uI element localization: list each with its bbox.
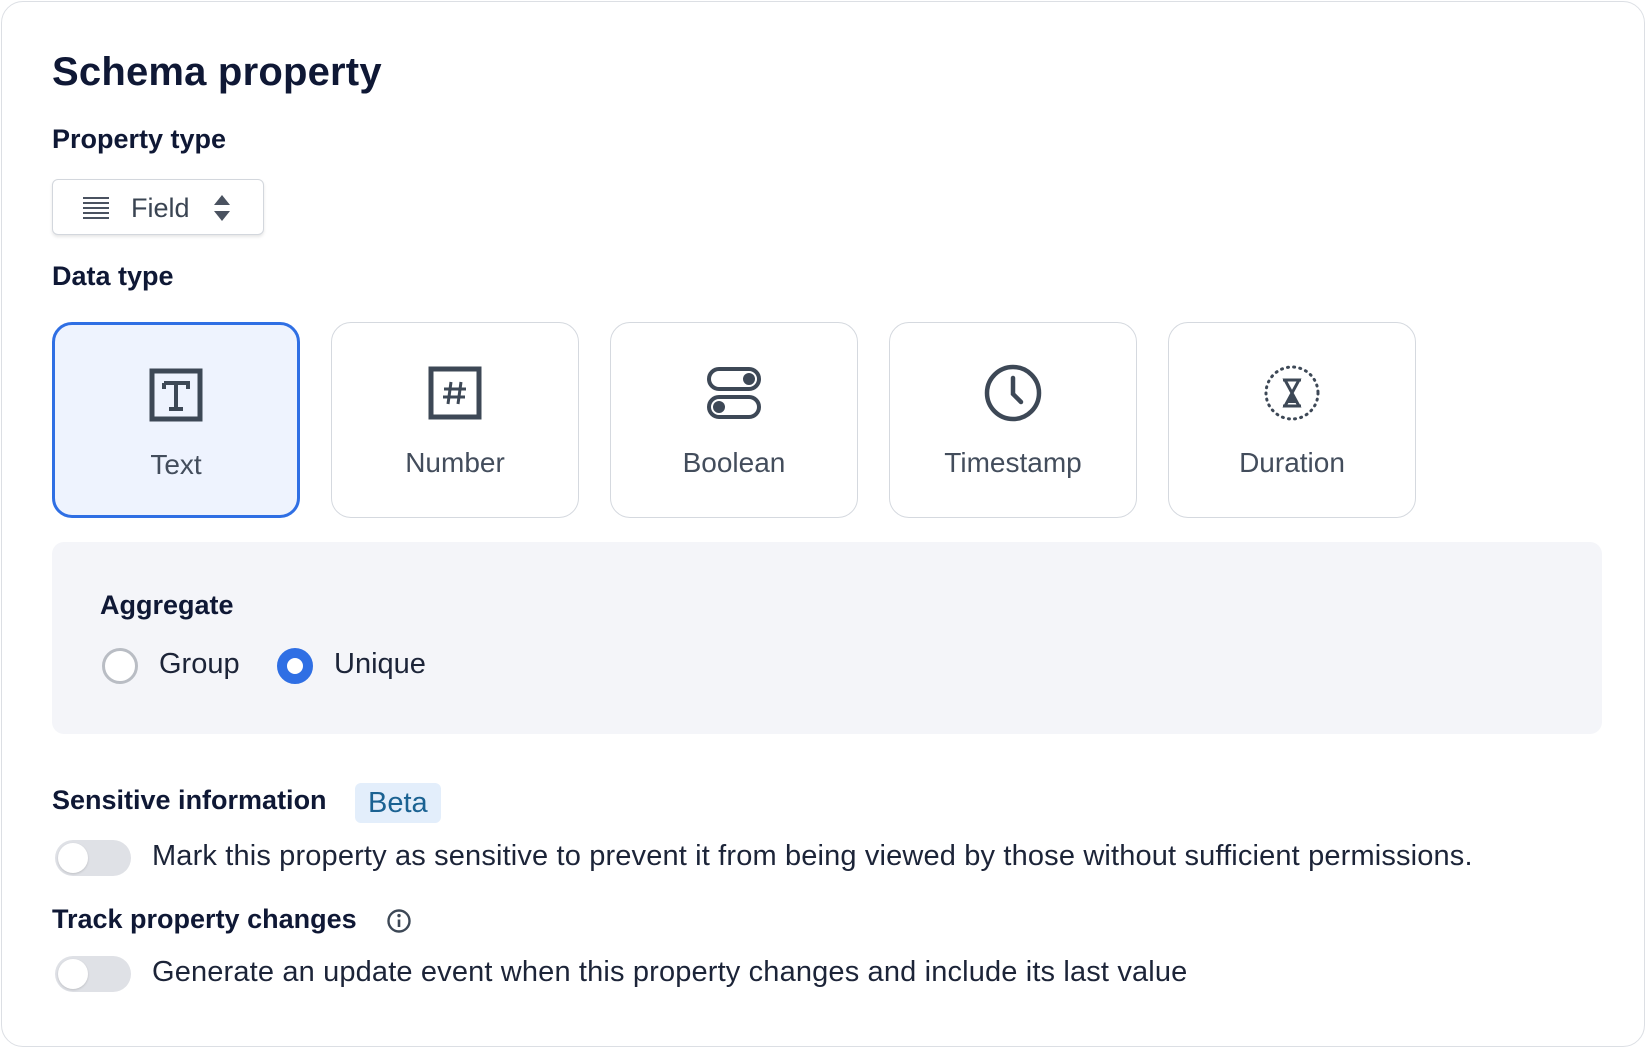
sensitive-info-label: Sensitive information (52, 785, 327, 815)
data-type-text-label: Text (150, 449, 202, 480)
aggregate-section: Aggregate Group Unique (52, 542, 1602, 734)
schema-property-panel: Schema property Property type Field Data… (1, 1, 1645, 1047)
toggle-knob (58, 843, 88, 873)
data-type-timestamp-label: Timestamp (944, 447, 1082, 478)
toggle-icon (707, 367, 761, 419)
clock-icon (984, 364, 1042, 422)
data-type-text[interactable]: Text (52, 322, 300, 518)
track-changes-description: Generate an update event when this prope… (152, 956, 1188, 988)
property-type-value: Field (131, 193, 190, 223)
radio-unique-label[interactable]: Unique (334, 648, 426, 681)
data-type-boolean[interactable]: Boolean (610, 322, 858, 518)
property-type-label: Property type (52, 124, 227, 154)
page-title: Schema property (52, 50, 382, 94)
hash-icon (428, 366, 482, 420)
data-type-number[interactable]: Number (331, 322, 579, 518)
track-changes-label: Track property changes (52, 904, 357, 934)
data-type-duration-label: Duration (1239, 447, 1345, 478)
list-lines-icon (83, 197, 109, 219)
beta-badge: Beta (355, 783, 441, 823)
hourglass-icon (1264, 365, 1320, 421)
sensitive-description: Mark this property as sensitive to preve… (152, 840, 1473, 872)
data-type-timestamp[interactable]: Timestamp (889, 322, 1137, 518)
data-type-label: Data type (52, 261, 174, 291)
data-type-duration[interactable]: Duration (1168, 322, 1416, 518)
text-icon (149, 368, 203, 422)
aggregate-label: Aggregate (100, 590, 234, 620)
sensitive-toggle[interactable] (55, 840, 131, 876)
info-icon[interactable] (386, 908, 412, 934)
data-type-boolean-label: Boolean (682, 447, 786, 478)
radio-group-label[interactable]: Group (159, 648, 240, 681)
data-type-number-label: Number (405, 447, 505, 478)
chevron-up-down-icon (214, 195, 230, 221)
radio-group[interactable] (102, 648, 138, 684)
property-type-select[interactable]: Field (52, 179, 264, 235)
radio-unique[interactable] (277, 648, 313, 684)
toggle-knob (58, 959, 88, 989)
track-changes-toggle[interactable] (55, 956, 131, 992)
